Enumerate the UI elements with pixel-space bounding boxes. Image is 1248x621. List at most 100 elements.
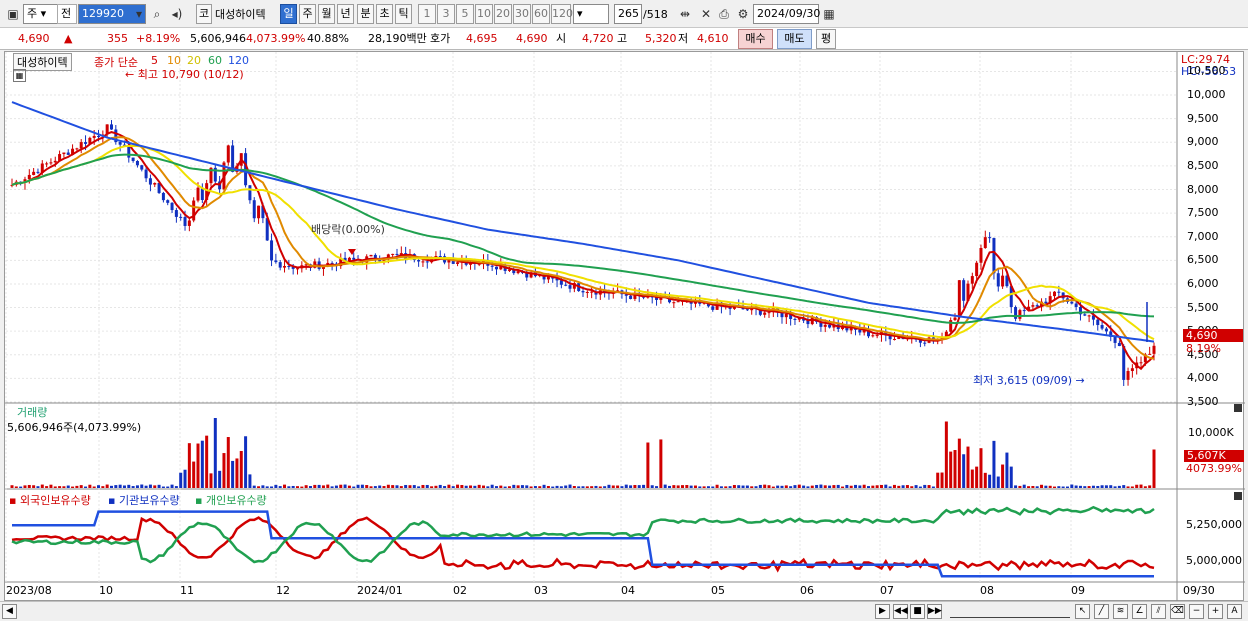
period-second[interactable]: 초: [376, 4, 393, 24]
bar-count-input[interactable]: 265: [614, 4, 642, 24]
buy-button[interactable]: 매수: [738, 29, 773, 49]
volume-bar: [715, 484, 719, 488]
volume-bar: [32, 485, 36, 488]
holder-legend-individual: ▪ 개인보유수량: [195, 494, 267, 507]
angle-icon[interactable]: ∠: [1132, 604, 1147, 619]
candle-body: [516, 271, 520, 274]
volume-bar: [196, 443, 200, 488]
sell-button[interactable]: 매도: [777, 29, 812, 49]
first-page-icon[interactable]: ◀◀: [893, 604, 908, 619]
period-monthly[interactable]: 월: [318, 4, 335, 24]
volume-bar: [118, 484, 122, 488]
volume-bar: [499, 485, 503, 488]
candle-body: [92, 135, 96, 138]
gear-icon[interactable]: ⚙: [734, 5, 752, 23]
volume-bar: [1022, 484, 1026, 488]
volume-bar: [689, 485, 693, 488]
candle-body: [979, 247, 983, 263]
volume-bar: [49, 484, 53, 488]
volume-bar: [503, 486, 507, 488]
volume-bar: [334, 485, 338, 488]
volume-bar: [507, 486, 511, 488]
period-tick[interactable]: 틱: [395, 4, 412, 24]
zoom-icon[interactable]: ⇹: [676, 5, 694, 23]
candle-body: [1152, 345, 1156, 354]
eraser-icon[interactable]: ⌫: [1170, 604, 1185, 619]
grid-icon[interactable]: ▦: [13, 69, 26, 82]
volume-bar: [352, 486, 356, 488]
print-icon[interactable]: ⎙: [715, 5, 733, 23]
candle-body: [823, 324, 827, 327]
candle-body: [196, 187, 200, 201]
period-minute[interactable]: 분: [357, 4, 374, 24]
code-button[interactable]: 코: [196, 4, 212, 24]
search-icon[interactable]: ⌕: [148, 5, 166, 23]
zoom-out-icon[interactable]: −: [1189, 604, 1204, 619]
volume-bar: [421, 484, 425, 488]
interval-1[interactable]: 1: [418, 4, 436, 24]
calendar-icon[interactable]: ▦: [820, 5, 838, 23]
scroll-bar[interactable]: ◀ ▶ ◀◀ ■ ▶▶ ↖ ╱ ≋ ∠ ⫽ ⌫ − + A: [0, 601, 1248, 621]
volume-bar: [170, 484, 174, 488]
up-arrow-icon: ▲: [64, 32, 73, 45]
volume-bar: [494, 486, 498, 488]
volume-bar: [1040, 484, 1044, 488]
candle-body: [187, 220, 191, 226]
price-y-tick: 7,000: [1187, 229, 1219, 243]
interval-120[interactable]: 120: [551, 4, 573, 24]
channel-icon[interactable]: ⫽: [1151, 604, 1166, 619]
candle-body: [36, 171, 40, 173]
scroll-left-icon[interactable]: ◀: [2, 604, 17, 619]
volume-bar: [1001, 464, 1005, 488]
candle-body: [417, 260, 421, 262]
volume-bar: [482, 485, 486, 488]
volume-bar: [594, 485, 598, 488]
speaker-icon[interactable]: ◂): [168, 5, 186, 23]
chart-canvas[interactable]: [5, 52, 1245, 602]
all-select[interactable]: 전: [57, 4, 77, 24]
candle-body: [27, 174, 31, 180]
text-tool-icon[interactable]: A: [1227, 604, 1242, 619]
volume-bar: [551, 486, 555, 488]
volume-bar: [767, 485, 771, 488]
stop-icon[interactable]: ■: [910, 604, 925, 619]
interval-60[interactable]: 60: [532, 4, 550, 24]
volume-close-icon[interactable]: [1234, 404, 1242, 412]
dropdown-icon[interactable]: ▾: [130, 5, 148, 23]
zoom-in-icon[interactable]: +: [1208, 604, 1223, 619]
window-icon[interactable]: ▣: [4, 5, 22, 23]
next-page-icon[interactable]: ▶▶: [927, 604, 942, 619]
interval-custom-select[interactable]: ▾: [573, 4, 609, 24]
eval-button[interactable]: 평: [816, 29, 836, 49]
volume-bar: [1109, 485, 1113, 488]
trend-line-icon[interactable]: ╱: [1094, 604, 1109, 619]
period-weekly[interactable]: 주: [299, 4, 316, 24]
period-daily[interactable]: 일: [280, 4, 297, 24]
candle-body: [183, 217, 187, 226]
interval-10[interactable]: 10: [475, 4, 493, 24]
scroll-right-icon[interactable]: ▶: [875, 604, 890, 619]
volume-pct: 4,073.99%: [246, 32, 306, 45]
volume-bar: [854, 484, 858, 488]
date-input[interactable]: 2024/09/30: [753, 4, 820, 24]
interval-20[interactable]: 20: [494, 4, 512, 24]
interval-30[interactable]: 30: [513, 4, 531, 24]
volume-bar: [490, 484, 494, 488]
interval-3[interactable]: 3: [437, 4, 455, 24]
zoom-slider[interactable]: [950, 606, 1070, 618]
volume-bar: [988, 474, 992, 488]
draw-line-icon[interactable]: ↖: [1075, 604, 1090, 619]
volume-bar: [1130, 486, 1134, 488]
volume-bar: [58, 486, 62, 488]
period-yearly[interactable]: 년: [337, 4, 354, 24]
volume-bar: [538, 486, 542, 488]
interval-5[interactable]: 5: [456, 4, 474, 24]
fibonacci-icon[interactable]: ≋: [1113, 604, 1128, 619]
x-tick: 09/30: [1183, 584, 1215, 597]
candle-body: [53, 160, 57, 163]
volume-bar: [1070, 484, 1074, 488]
crosshair-icon[interactable]: ✕: [697, 5, 715, 23]
holder-close-icon[interactable]: [1234, 492, 1242, 500]
chart-area[interactable]: 대성하이텍 ▦ 종가 단순 5 10 20 60 120 ← 최고 10,790…: [4, 51, 1245, 602]
grid-lines: [5, 52, 1245, 602]
